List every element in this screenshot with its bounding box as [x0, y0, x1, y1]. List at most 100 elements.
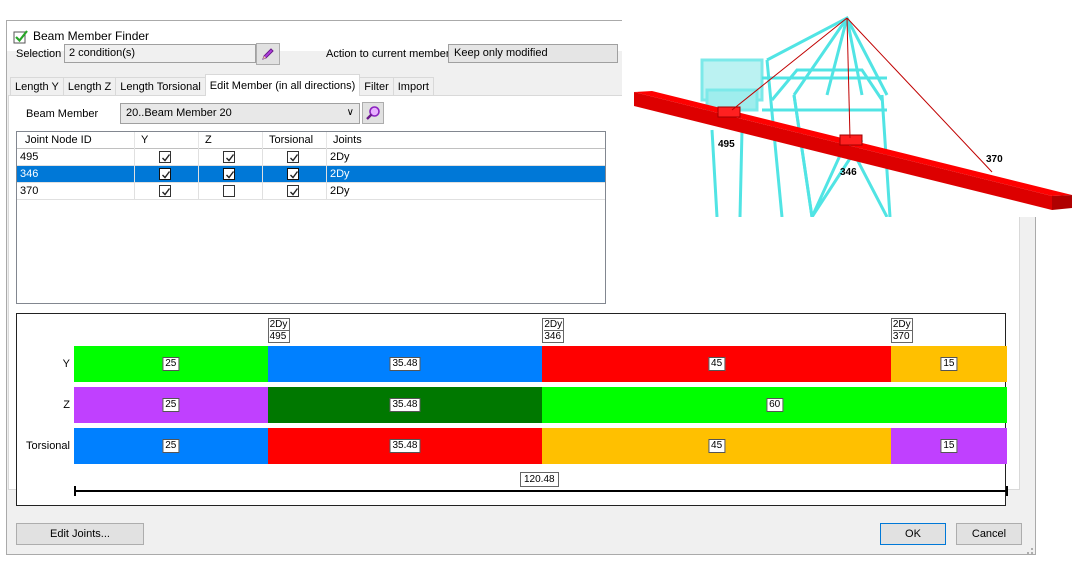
chevron-down-icon: ∨: [346, 107, 354, 118]
z-cell: [199, 166, 263, 183]
resize-grip-icon[interactable]: [1024, 545, 1034, 555]
joints-cell: 2Dy: [330, 185, 350, 197]
ok-button[interactable]: OK: [880, 523, 946, 545]
joint-type: 2Dy: [544, 319, 564, 331]
col-y[interactable]: Y: [135, 132, 199, 149]
z-checkbox[interactable]: [223, 168, 235, 180]
action-label: Action to current members: [326, 48, 455, 60]
tab-edit-member[interactable]: Edit Member (in all directions): [204, 74, 361, 96]
segment-length-label: 25: [162, 398, 180, 412]
length-segment[interactable]: 25: [74, 387, 268, 423]
col-z[interactable]: Z: [199, 132, 263, 149]
tab-import[interactable]: Import: [392, 77, 434, 96]
table-row[interactable]: 370 2Dy: [17, 183, 605, 200]
total-length-dimension: [74, 486, 1008, 496]
length-segment[interactable]: 15: [890, 346, 1007, 382]
z-checkbox[interactable]: [223, 185, 235, 197]
dimension-tick-left: [74, 486, 76, 496]
3d-model-view: 495 346 370: [634, 15, 1072, 217]
joint-marker-label: 2Dy 346: [542, 318, 565, 343]
edit-selection-button[interactable]: [256, 43, 280, 65]
joint-marker-label: 2Dy 370: [890, 318, 913, 343]
torsional-cell: [263, 166, 327, 183]
joints-cell: 2Dy: [330, 168, 350, 180]
segment-length-label: 25: [162, 439, 180, 453]
z-cell: [199, 183, 263, 200]
total-length-label: 120.48: [520, 472, 559, 487]
node-label-370: 370: [986, 154, 1003, 165]
joint-node-id-cell: 346: [17, 166, 135, 183]
torsional-cell: [263, 183, 327, 200]
joint-id: 370: [892, 331, 910, 342]
node-label-495: 495: [718, 139, 735, 150]
segment-length-label: 15: [940, 357, 958, 371]
y-checkbox[interactable]: [159, 185, 171, 197]
selection-field[interactable]: 2 condition(s): [64, 44, 256, 63]
z-checkbox[interactable]: [223, 151, 235, 163]
length-segment[interactable]: 35.48: [267, 428, 543, 464]
torsional-checkbox[interactable]: [287, 168, 299, 180]
segment-length-label: 60: [766, 398, 784, 412]
beam-member-label: Beam Member: [26, 108, 99, 120]
segment-length-label: 35.48: [389, 398, 421, 412]
length-segment[interactable]: 35.48: [267, 346, 543, 382]
length-segment[interactable]: 45: [542, 346, 891, 382]
segment-length-label: 25: [162, 357, 180, 371]
joint-marker-label: 2Dy 495: [267, 318, 290, 343]
find-member-button[interactable]: [362, 102, 384, 124]
segment-length-label: 35.48: [389, 357, 421, 371]
segment-length-label: 35.48: [389, 439, 421, 453]
length-segment[interactable]: 60: [542, 387, 1007, 423]
dimension-tick-right: [1006, 486, 1008, 496]
y-checkbox[interactable]: [159, 151, 171, 163]
joint-id: 495: [269, 331, 287, 342]
beam-member-select[interactable]: 20..Beam Member 20 ∨: [120, 103, 360, 124]
tab-length-torsional[interactable]: Length Torsional: [115, 77, 206, 96]
torsional-cell: [263, 149, 327, 166]
joints-cell: 2Dy: [330, 151, 350, 163]
joint-grid: Joint Node ID Y Z Torsional Joints 495 2D…: [16, 131, 606, 304]
joint-id: 346: [544, 331, 562, 342]
tab-length-y[interactable]: Length Y: [10, 77, 64, 96]
tab-length-z[interactable]: Length Z: [62, 77, 117, 96]
3d-viewport[interactable]: 495 346 370: [622, 0, 1078, 217]
y-cell: [135, 183, 199, 200]
length-segment[interactable]: 35.48: [267, 387, 543, 423]
beam-member-value: 20..Beam Member 20: [126, 107, 232, 119]
edit-joints-button[interactable]: Edit Joints...: [16, 523, 144, 545]
length-segment[interactable]: 45: [542, 428, 891, 464]
pencil-icon: [262, 48, 274, 60]
length-segment[interactable]: 25: [74, 428, 268, 464]
segment-length-label: 45: [708, 439, 726, 453]
check-icon: [13, 30, 28, 44]
y-cell: [135, 166, 199, 183]
tab-strip: Length Y Length Z Length Torsional Edit …: [10, 74, 434, 96]
segment-row-label: Y: [62, 358, 70, 370]
tab-filter[interactable]: Filter: [359, 77, 394, 96]
node-label-346: 346: [840, 167, 857, 178]
torsional-checkbox[interactable]: [287, 151, 299, 163]
col-torsional[interactable]: Torsional: [263, 132, 327, 149]
segment-row-label: Z: [63, 399, 70, 411]
length-segment[interactable]: 15: [890, 428, 1007, 464]
cancel-button[interactable]: Cancel: [956, 523, 1022, 545]
length-segment[interactable]: 25: [74, 346, 268, 382]
segment-length-label: 45: [708, 357, 726, 371]
joint-node-id-cell: 495: [17, 149, 135, 166]
joint-node-id-cell: 370: [17, 183, 135, 200]
torsional-checkbox[interactable]: [287, 185, 299, 197]
selection-label: Selection: [16, 48, 62, 60]
joint-type: 2Dy: [269, 319, 289, 331]
action-select[interactable]: Keep only modified: [448, 44, 618, 63]
y-cell: [135, 149, 199, 166]
col-joint-node-id[interactable]: Joint Node ID: [17, 132, 135, 149]
table-row[interactable]: 495 2Dy: [17, 149, 605, 166]
magnifier-icon: [366, 106, 380, 120]
col-joints[interactable]: Joints: [327, 132, 605, 149]
table-row[interactable]: 346 2Dy: [17, 166, 605, 183]
segment-length-label: 15: [940, 439, 958, 453]
z-cell: [199, 149, 263, 166]
y-checkbox[interactable]: [159, 168, 171, 180]
joint-type: 2Dy: [892, 319, 912, 331]
segment-row-label: Torsional: [25, 440, 70, 452]
